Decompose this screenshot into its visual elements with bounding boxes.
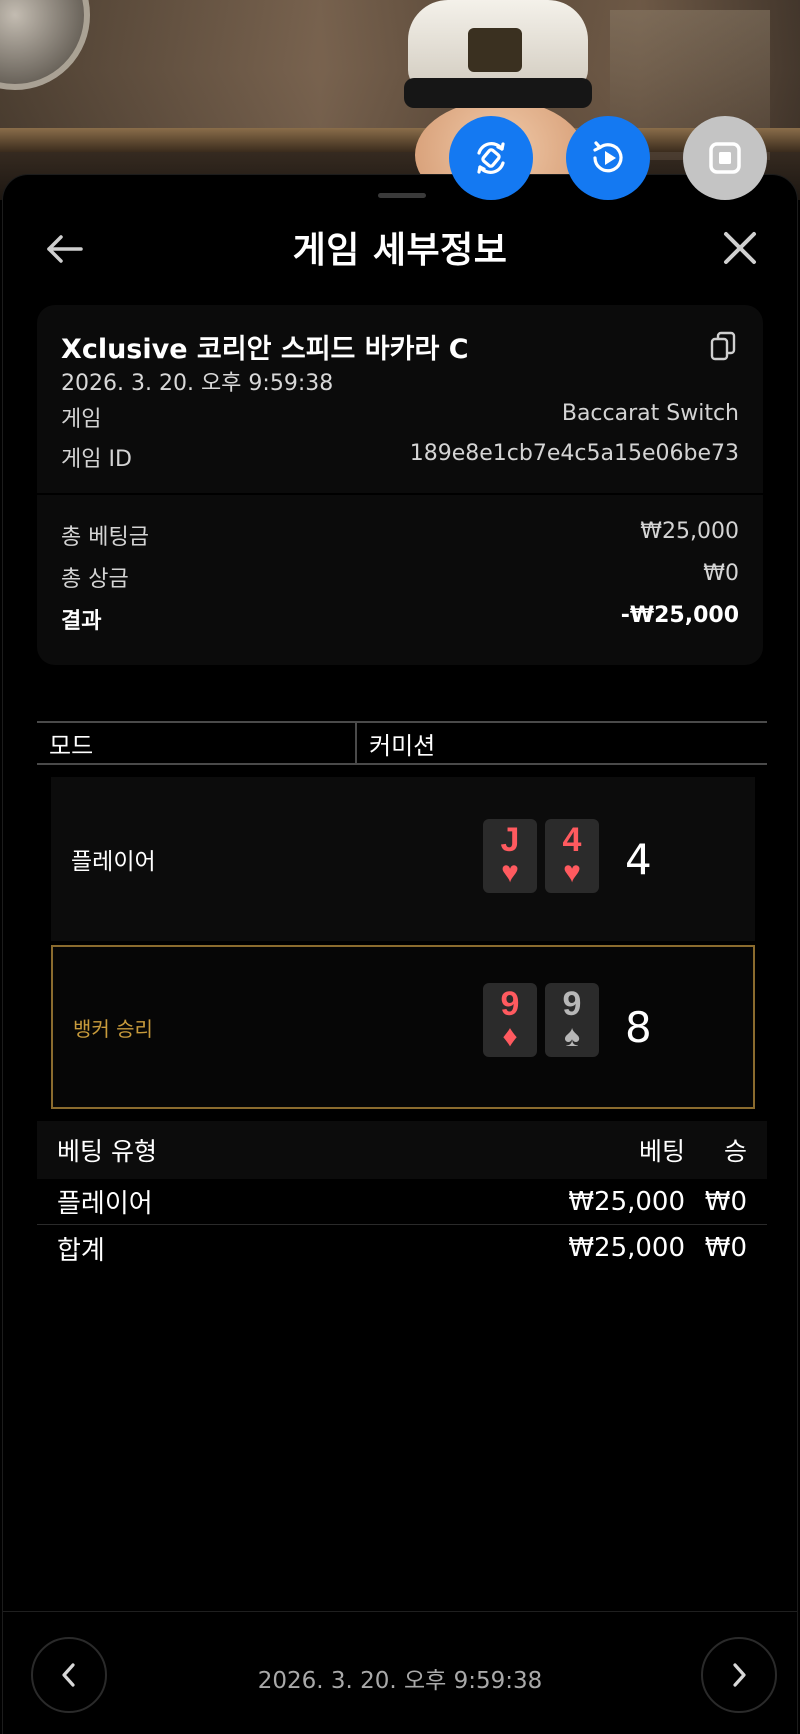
bet-amount-cell: ₩25,000 xyxy=(568,1186,685,1217)
rotate-screen-button[interactable] xyxy=(449,116,533,200)
stop-button[interactable] xyxy=(683,116,767,200)
copy-button[interactable] xyxy=(705,327,741,365)
total-win-row: 총 상금 ₩0 xyxy=(61,561,739,593)
replay-button[interactable] xyxy=(566,116,650,200)
bet-type-cell: 플레이어 xyxy=(57,1189,153,1219)
total-bet-label: 총 베팅금 xyxy=(61,525,149,550)
diamond-suit-icon: ♦ xyxy=(502,1020,518,1053)
close-icon xyxy=(724,232,756,264)
bet-win-cell: ₩0 xyxy=(704,1186,747,1217)
playing-card: 9 ♦ xyxy=(483,983,537,1057)
replay-icon xyxy=(593,141,623,173)
table-name: Xclusive 코리안 스피드 바카라 C xyxy=(61,334,469,365)
total-win-label: 총 상금 xyxy=(61,567,129,592)
total-win-amount: ₩0 xyxy=(704,1233,747,1263)
game-type-label: 게임 xyxy=(61,407,102,432)
live-video-background xyxy=(0,0,800,200)
player-hand-label: 플레이어 xyxy=(71,849,156,875)
player-score: 4 xyxy=(625,834,652,884)
heart-suit-icon: ♥ xyxy=(563,856,581,889)
next-game-button[interactable] xyxy=(701,1637,777,1713)
page-title: 게임 세부정보 xyxy=(292,230,508,271)
game-id-label: 게임 ID xyxy=(61,447,132,472)
footer-divider xyxy=(3,1611,797,1612)
result-label: 결과 xyxy=(61,609,102,634)
game-info-card: Xclusive 코리안 스피드 바카라 C 2026. 3. 20. 오후 9… xyxy=(37,305,763,665)
sheet-grabber[interactable] xyxy=(378,193,426,198)
total-bet-row: 총 베팅금 ₩25,000 xyxy=(61,519,739,551)
mode-commission-header: 모드 커미션 xyxy=(37,721,767,765)
bet-win-header: 승 xyxy=(723,1137,747,1166)
table-row: 플레이어 ₩25,000 ₩0 xyxy=(37,1179,767,1225)
card-divider xyxy=(37,493,763,495)
total-win-value: ₩0 xyxy=(703,561,739,586)
playing-card: 9 ♠ xyxy=(545,983,599,1057)
stop-icon xyxy=(709,142,741,174)
bet-type-header: 베팅 유형 xyxy=(57,1137,157,1166)
heart-suit-icon: ♥ xyxy=(501,856,519,889)
card-rank: 4 xyxy=(562,821,582,859)
total-row: 합계 ₩25,000 ₩0 xyxy=(37,1225,767,1271)
mascot-hat-band xyxy=(404,78,592,108)
playing-card: 4 ♥ xyxy=(545,819,599,893)
bet-amount-header: 베팅 xyxy=(638,1137,685,1166)
card-rank: 9 xyxy=(500,985,520,1023)
mode-header-cell: 모드 xyxy=(37,723,357,763)
commission-header-cell: 커미션 xyxy=(369,731,436,760)
chevron-right-icon xyxy=(733,1663,746,1687)
total-label: 합계 xyxy=(57,1235,105,1266)
card-rank: 9 xyxy=(562,985,582,1023)
game-date: 2026. 3. 20. 오후 9:59:38 xyxy=(61,371,334,396)
game-id-row: 게임 ID 189e8e1cb7e4c5a15e06be73 xyxy=(61,441,739,473)
banker-hand-label: 뱅커 승리 xyxy=(73,1016,153,1041)
spade-suit-icon: ♠ xyxy=(564,1020,580,1053)
copy-icon xyxy=(710,331,736,361)
studio-shelf xyxy=(0,128,800,152)
game-type-value: Baccarat Switch xyxy=(561,401,739,426)
mascot-hat-badge xyxy=(468,28,522,72)
card-rank: J xyxy=(500,821,520,859)
game-id-value[interactable]: 189e8e1cb7e4c5a15e06be73 xyxy=(410,441,739,473)
total-bet-value: ₩25,000 xyxy=(640,519,739,544)
player-hand: 플레이어 J ♥ 4 ♥ 4 xyxy=(51,777,755,941)
close-button[interactable] xyxy=(715,223,765,273)
footer-date: 2026. 3. 20. 오후 9:59:38 xyxy=(257,1668,543,1694)
rotate-screen-icon xyxy=(477,142,505,174)
bets-table-header: 베팅 유형 베팅 승 xyxy=(37,1121,767,1179)
result-value: -₩25,000 xyxy=(620,603,739,628)
result-row: 결과 -₩25,000 xyxy=(61,603,739,635)
game-details-sheet: 게임 세부정보 Xclusive 코리안 스피드 바카라 C 2026. 3. … xyxy=(2,174,798,1734)
total-bet-amount: ₩25,000 xyxy=(568,1233,685,1263)
banker-hand: 뱅커 승리 9 ♦ 9 ♠ 8 xyxy=(51,945,755,1109)
playing-card: J ♥ xyxy=(483,819,537,893)
game-type-row: 게임 Baccarat Switch xyxy=(61,401,739,433)
bets-table: 베팅 유형 베팅 승 플레이어 ₩25,000 ₩0 합계 ₩25,000 ₩0 xyxy=(37,1121,767,1271)
banker-score: 8 xyxy=(625,1002,652,1052)
